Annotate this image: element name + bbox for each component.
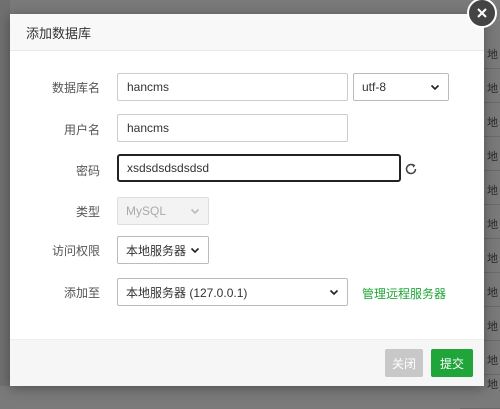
chevron-down-icon	[190, 208, 200, 215]
background-cell: 地	[487, 151, 498, 163]
type-row: 类型	[10, 196, 484, 226]
background-cell: 地	[487, 117, 498, 129]
refresh-icon[interactable]	[404, 162, 418, 176]
dialog-header: 添加数据库	[10, 14, 484, 51]
background-cell: 地	[487, 185, 498, 197]
type-select: MySQL	[117, 197, 209, 225]
background-cell: 地	[487, 321, 498, 333]
background-left-edge	[0, 0, 10, 386]
background-cell: 地	[487, 49, 498, 61]
background-cell: 地	[487, 355, 498, 367]
charset-value: utf-8	[362, 80, 387, 94]
add-to-select[interactable]: 本地服务器 (127.0.0.1)	[117, 278, 348, 306]
dialog-footer: 关闭 提交	[10, 339, 484, 386]
background-cell: 地	[487, 219, 498, 231]
dialog-title: 添加数据库	[26, 25, 92, 41]
add-to-label: 添加至	[63, 285, 100, 300]
username-label: 用户名	[63, 122, 100, 137]
chevron-down-icon	[329, 289, 339, 296]
access-label: 访问权限	[51, 243, 100, 258]
background-cell: 地	[487, 83, 498, 95]
access-row: 访问权限	[10, 235, 484, 265]
db-name-input[interactable]: hancms	[117, 73, 348, 101]
manage-remote-servers-link[interactable]: 管理远程服务器	[362, 285, 446, 302]
add-to-value: 本地服务器 (127.0.0.1)	[126, 285, 248, 300]
password-input[interactable]: xsdsdsdsdsdsd	[117, 154, 401, 182]
access-value: 本地服务器	[126, 243, 187, 258]
type-value: MySQL	[126, 204, 167, 218]
background-cell: 地	[487, 253, 498, 265]
db-name-label: 数据库名	[51, 80, 100, 95]
username-input[interactable]: hancms	[117, 114, 348, 142]
close-x-icon	[477, 8, 487, 18]
db-name-value: hancms	[127, 80, 170, 94]
background-cell: 地	[487, 379, 498, 391]
background-cell: 地	[487, 287, 498, 299]
chevron-down-icon	[430, 84, 440, 91]
password-label: 密码	[75, 163, 100, 178]
type-label: 类型	[75, 204, 100, 219]
submit-button[interactable]: 提交	[431, 349, 473, 377]
password-value: xsdsdsdsdsdsd	[127, 161, 210, 175]
close-button[interactable]: 关闭	[385, 349, 423, 377]
username-value: hancms	[127, 121, 170, 135]
add-database-dialog: 添加数据库 数据库名 hancms utf-8 用户名 hancms 密码 xs…	[10, 14, 484, 386]
charset-select[interactable]: utf-8	[353, 73, 449, 101]
chevron-down-icon	[190, 247, 200, 254]
access-select[interactable]: 本地服务器	[117, 236, 209, 264]
